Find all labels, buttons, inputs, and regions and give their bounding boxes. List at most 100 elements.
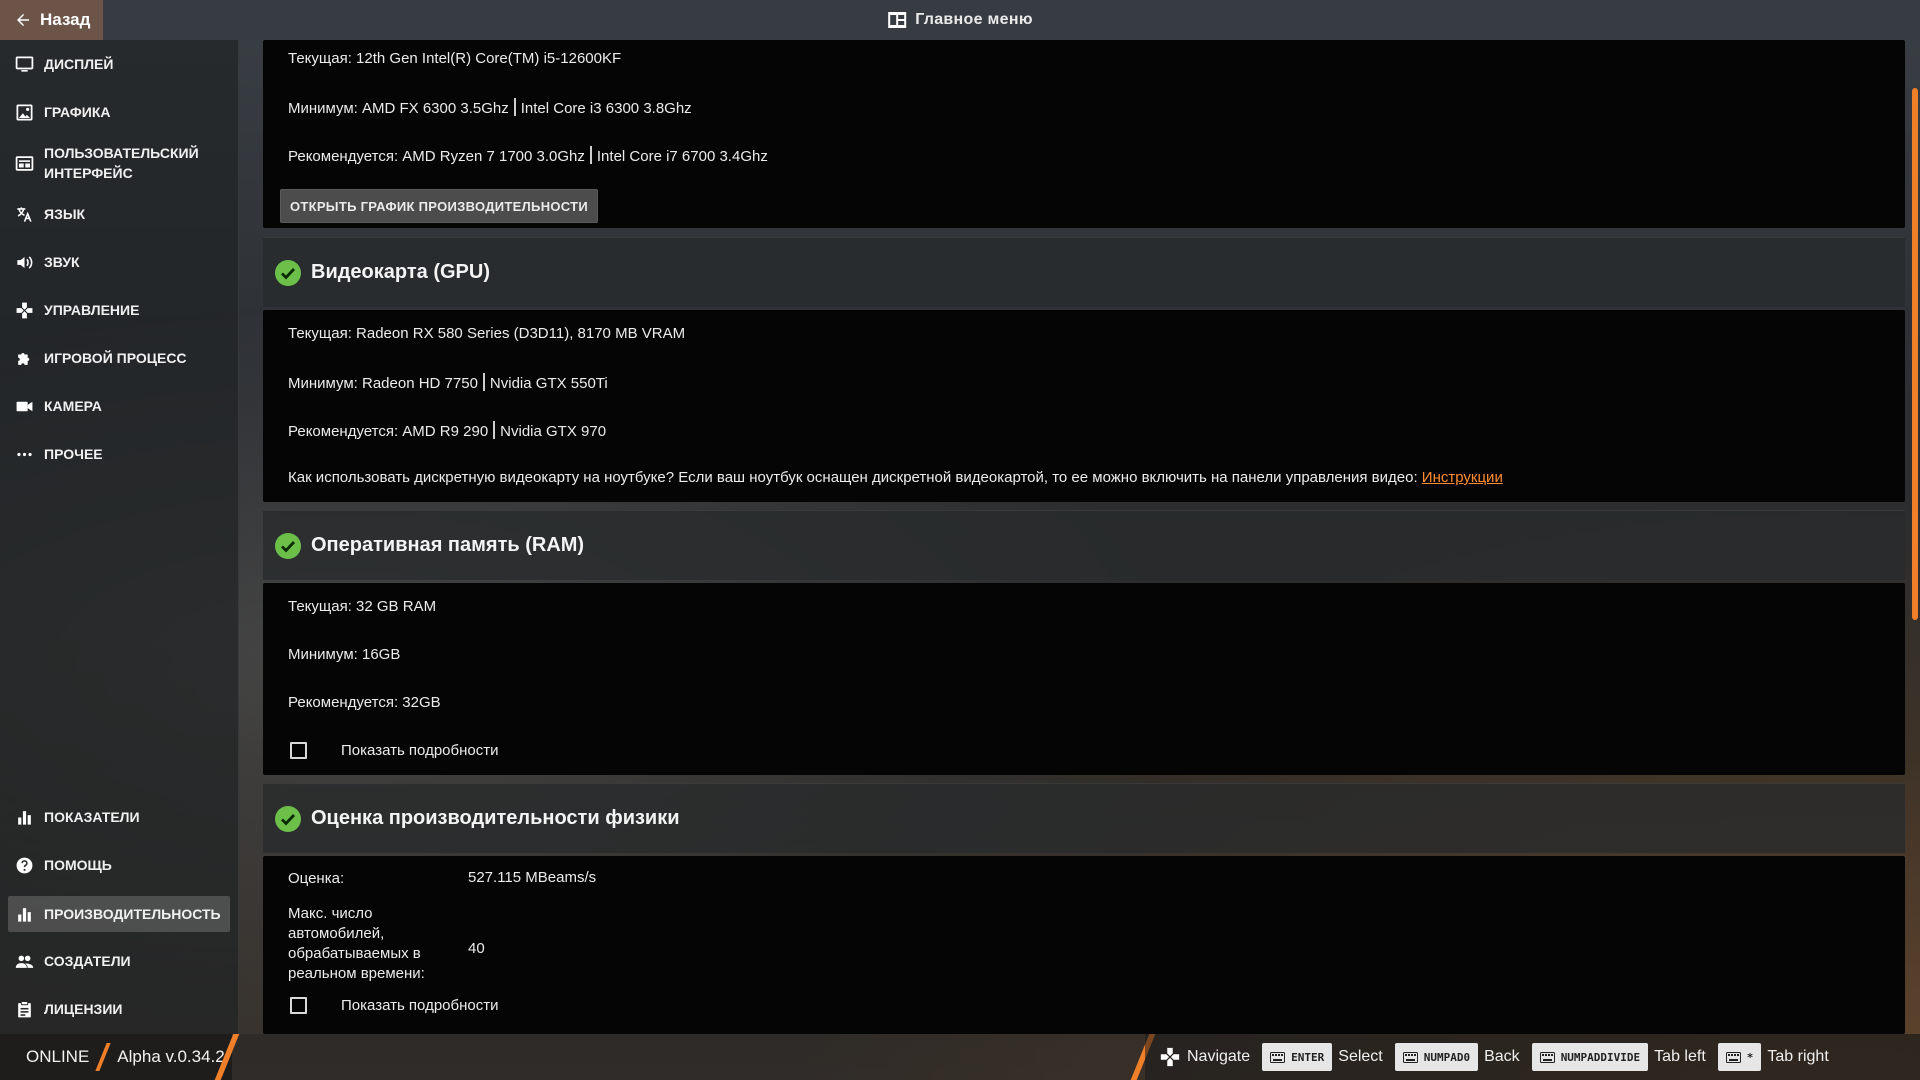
sidebar-item-other[interactable]: Прочее [8,442,230,466]
ram-recommended: Рекомендуется: 32GB [288,694,441,711]
sidebar-item-label: Показатели [44,809,140,825]
sidebar-item-label: Камера [44,398,102,414]
gpu-current: Текущая: Radeon RX 580 Series (D3D11), 8… [288,325,686,342]
sidebar-item-credits[interactable]: Создатели [8,949,230,973]
sidebar-item-display[interactable]: Дисплей [8,52,230,76]
sidebar-item-label: Язык [44,206,86,222]
cpu-current: Текущая: 12th Gen Intel(R) Core(TM) i5-1… [288,50,622,67]
sidebar-item-label: Управление [44,302,140,318]
clipboard-icon [18,1000,31,1017]
sidebar-item-language[interactable]: Язык [8,202,230,226]
key-asterisk: * [1717,1043,1762,1071]
puzzle-icon [18,352,30,365]
instructions-link[interactable]: Инструкции [1422,469,1503,486]
key-numpad0: NUMPAD0 [1394,1043,1479,1071]
physics-max-cars-key: Макс. число автомобилей, обрабатываемых … [288,905,425,982]
sidebar-item-label: Игровой процесс [44,350,187,366]
key-numpad0-label: NUMPAD0 [1423,1050,1471,1064]
image-icon [16,104,33,120]
hint-back[interactable]: NUMPAD0 Back [1394,1043,1520,1071]
dpad-icon [1160,1047,1180,1067]
translate-icon [17,206,32,222]
sidebar-item-licenses[interactable]: Лицензии [8,997,230,1021]
separator [513,98,516,116]
gpu-minimum: Минимум: Radeon HD 7750 Nvidia GTX 550Ti [288,373,608,392]
sidebar-item-label: Производительность [44,906,221,922]
physics-score-key: Оценка: [288,870,345,887]
back-button[interactable]: Назад [0,0,103,40]
gpu-recommended-amd: Рекомендуется: AMD R9 290 [288,423,489,440]
hint-navigate-label: Navigate [1187,1048,1251,1065]
control-hints: Navigate ENTER Select NUMPAD0 Back NUMPA… [1145,1034,1920,1080]
gpu-recommended-nvidia: Nvidia GTX 970 [500,423,607,440]
sidebar-item-label: Звук [44,254,80,270]
open-performance-graph-button[interactable]: Открыть график производительности [280,189,598,223]
main-menu-icon [888,12,907,28]
sidebar-item-sound[interactable]: Звук [8,250,230,274]
performance-content[interactable]: Текущая: 12th Gen Intel(R) Core(TM) i5-1… [263,40,1905,1034]
key-numpaddivide-label: NUMPADDIVIDE [1560,1050,1641,1064]
people-icon [15,955,34,968]
sidebar-item-label: Пользовательский интерфейс [44,145,199,181]
gamepad-icon [16,302,33,318]
hint-tab-right[interactable]: * Tab right [1717,1043,1829,1071]
ram-section-title: Оперативная память (RAM) [311,534,585,556]
physics-section-header: Оценка производительности физики [263,783,1905,853]
physics-score-value: 527.115 MBeams/s [468,869,597,886]
cpu-minimum: Минимум: AMD FX 6300 3.5Ghz Intel Core i3… [288,98,692,117]
help-icon [16,857,33,873]
ram-show-details-toggle[interactable]: Показать подробности [290,742,498,759]
arrow-left-icon [17,14,29,26]
sidebar-item-controls[interactable]: Управление [8,298,230,322]
gpu-laptop-hint: Как использовать дискретную видеокарту н… [288,469,1503,486]
hint-tab-left[interactable]: NUMPADDIVIDE Tab left [1531,1043,1706,1071]
sidebar-item-label: Лицензии [44,1001,123,1017]
gpu-laptop-text: Как использовать дискретную видеокарту н… [288,469,1422,486]
sidebar-item-performance[interactable]: Производительность [8,896,230,932]
version-label: Alpha v.0.34.2 [117,1047,225,1066]
cpu-minimum-amd: Минимум: AMD FX 6300 3.5Ghz [288,100,509,117]
keyboard-icon [1725,1051,1741,1063]
status-area: ONLINE Alpha v.0.34.2 [0,1034,232,1080]
sidebar: Дисплей Графика Пользовательский интерфе… [0,40,239,1034]
top-bar: Назад Главное меню [0,0,1920,40]
bar-chart-icon [18,810,31,825]
check-circle-icon [275,532,301,559]
content-scrollbar-thumb[interactable] [1912,88,1918,620]
physics-show-details-toggle[interactable]: Показать подробности [290,997,498,1014]
cpu-recommended: Рекомендуется: AMD Ryzen 7 1700 3.0Ghz In… [288,146,768,165]
ram-show-details-checkbox[interactable] [290,742,307,759]
separator [493,421,496,439]
gpu-minimum-amd: Минимум: Radeon HD 7750 [288,375,478,392]
cpu-minimum-intel: Intel Core i3 6300 3.8Ghz [520,100,692,117]
video-camera-icon [16,401,33,411]
sidebar-item-camera[interactable]: Камера [8,394,230,418]
physics-show-details-checkbox[interactable] [290,997,307,1014]
gpu-section-header: Видеокарта (GPU) [263,237,1905,307]
sidebar-item-ui[interactable]: Пользовательский интерфейс [8,141,230,185]
monitor-icon [15,56,34,72]
sidebar-item-stats[interactable]: Показатели [8,805,230,829]
hint-back-label: Back [1484,1048,1520,1065]
sidebar-item-label: Прочее [44,446,103,462]
physics-show-details-label: Показать подробности [341,997,499,1014]
separator [95,1043,111,1071]
speaker-icon [17,255,33,269]
cpu-recommended-amd: Рекомендуется: AMD Ryzen 7 1700 3.0Ghz [288,148,585,165]
keyboard-icon [1270,1051,1286,1063]
ram-panel: Текущая: 32 GB RAM Минимум: 16GB Рекомен… [263,583,1905,775]
layout-icon [15,155,34,171]
ram-show-details-label: Показать подробности [341,742,499,759]
bottom-bar: ONLINE Alpha v.0.34.2 Navigate ENTER Sel… [0,1034,1920,1080]
key-asterisk-label: * [1746,1050,1754,1064]
sidebar-item-gameplay[interactable]: Игровой процесс [8,346,230,370]
hint-select[interactable]: ENTER Select [1262,1043,1383,1071]
sidebar-item-graphics[interactable]: Графика [8,100,230,124]
back-button-label: Назад [40,10,91,29]
main-menu-button[interactable]: Главное меню [887,0,1033,40]
ram-section-header: Оперативная память (RAM) [263,510,1905,580]
gpu-minimum-nvidia: Nvidia GTX 550Ti [489,375,608,392]
hint-select-label: Select [1338,1048,1383,1065]
cpu-recommended-intel: Intel Core i7 6700 3.4Ghz [596,148,768,165]
sidebar-item-help[interactable]: Помощь [8,853,230,877]
